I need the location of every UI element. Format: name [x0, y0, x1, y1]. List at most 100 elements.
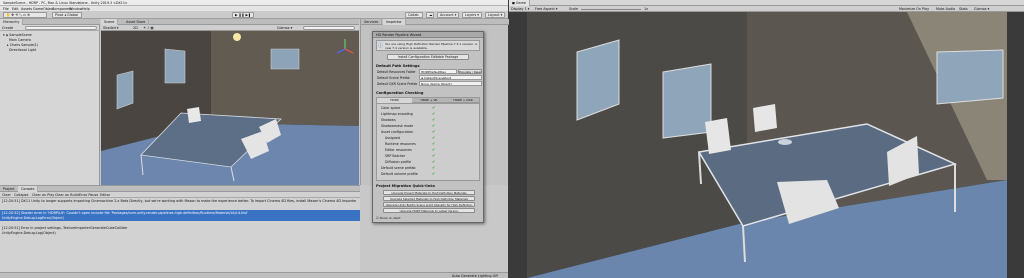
checkmark-icon: ✔	[432, 105, 436, 110]
checkmark-icon: ✔	[432, 135, 436, 140]
menu-file[interactable]: File	[3, 7, 9, 11]
lighting-status: Auto Generate Lighting Off	[452, 274, 498, 278]
check-assigned: Assigned	[385, 136, 400, 140]
game-render[interactable]	[527, 12, 1007, 278]
tab-services[interactable]: Services	[361, 19, 383, 25]
scene-search-input[interactable]	[303, 26, 355, 30]
scale-slider[interactable]	[581, 9, 641, 10]
scale-label: Scale	[569, 7, 579, 11]
hdrp-wizard-window: HD Render Pipeline Wizard ⓘ You are usin…	[372, 31, 484, 223]
display-dropdown[interactable]: Display 1 ▾	[511, 7, 530, 11]
create-dropdown[interactable]: Create	[2, 26, 13, 30]
checkmark-icon: ✔	[432, 117, 436, 122]
check-srp-batcher: SRP Batcher	[385, 154, 406, 158]
checkmark-icon: ✔	[432, 171, 436, 176]
populate-reset-button[interactable]: Populate / Reset	[458, 69, 482, 74]
status-bar: Auto Generate Lighting Off	[0, 272, 508, 278]
pivot-toggle[interactable]: Pivot ◂ Global	[52, 12, 82, 18]
scene-view-panel: Scene Asset Store Shaded ▾ 2D ☀ ♪ ▦ Gizm…	[101, 19, 359, 185]
hierarchy-item-directional-light[interactable]: Directional Light	[9, 48, 36, 52]
scene-prefab-field[interactable]: ◈ DefaultSceneRoot	[419, 75, 482, 80]
layers-dropdown[interactable]: Layers ▾	[462, 12, 482, 18]
hierarchy-item-main-camera[interactable]: Main Camera	[9, 38, 31, 42]
hierarchy-panel: Hierarchy Create ▾ ◈ SampleScene Main Ca…	[0, 19, 100, 185]
clear-on-build-button[interactable]: Clear on Build	[55, 193, 79, 197]
light-gizmo-icon	[233, 33, 241, 41]
checkmark-icon: ✔	[432, 165, 436, 170]
console-selected-entry[interactable]: [12:20:52] Shader error in 'HDRP/Lit': C…	[0, 210, 360, 221]
check-asset-config: Asset configuration	[381, 130, 413, 134]
check-runtime-resources: Runtime resources	[385, 142, 416, 146]
check-shadowmask: Shadowmask mode	[381, 124, 414, 128]
checkmark-icon: ✔	[432, 141, 436, 146]
transform-tools[interactable]: ✋ ✥ ⟲ ⤡ ▭ ⊕	[3, 12, 47, 18]
light-toggle-icon[interactable]: ☀ ♪ ▦	[143, 26, 154, 30]
scene-prefab-label: Default Scene Prefab	[377, 76, 410, 80]
upgrade-selected-materials-button[interactable]: Upgrade Selected Materials to High Defin…	[383, 196, 475, 201]
checkmark-icon: ✔	[432, 153, 436, 158]
console-detail-line: [12:20:51] Error in project settings, Te…	[2, 226, 128, 230]
error-pause-button[interactable]: Error Pause	[79, 193, 98, 197]
game-view-window: ◼ Game Display 1 ▾ Free Aspect ▾ Scale 1…	[509, 0, 1024, 278]
upgrade-light-intensity-button[interactable]: Upgrade Unity Builtin Scene Light Intens…	[383, 202, 475, 207]
console-panel: Project Console Clear Collapse Clear on …	[0, 185, 360, 272]
selected-log-line: [12:20:52] Shader error in 'HDRP/Lit': C…	[2, 211, 248, 215]
clear-button[interactable]: Clear	[2, 193, 11, 197]
upgrade-hdrp-materials-button[interactable]: Upgrade HDRP Materials to Latest Version	[383, 208, 475, 213]
resources-folder-label: Default Resources Folder	[377, 70, 416, 74]
menu-assets[interactable]: Assets	[21, 7, 32, 11]
menu-window[interactable]: Window	[69, 7, 82, 11]
account-dropdown[interactable]: Account ▾	[437, 12, 459, 18]
console-detail-trace: UnityEngine.Debug:Log(Object)	[2, 231, 56, 235]
selected-log-trace: UnityEngine.Debug:LogError(Object)	[2, 216, 64, 220]
mute-audio-toggle[interactable]: Mute Audio	[936, 7, 955, 11]
clear-on-play-button[interactable]: Clear on Play	[32, 193, 54, 197]
upgrade-project-materials-button[interactable]: Upgrade Project Materials to High Defini…	[383, 190, 475, 195]
menu-help[interactable]: Help	[82, 7, 90, 11]
console-log-line[interactable]: [12:20:51] DX11 Unity to longer supports…	[2, 199, 356, 203]
shading-mode-dropdown[interactable]: Shaded ▾	[103, 26, 119, 30]
main-toolbar: ✋ ✥ ⟲ ⤡ ▭ ⊕ Pivot ◂ Global ▶ ❚❚ ▶❚ Colla…	[0, 11, 508, 19]
install-config-button[interactable]: Install Configuration Editable Package	[387, 54, 469, 60]
hierarchy-search-input[interactable]	[25, 26, 97, 30]
dxr-prefab-field[interactable]: None (Game Object)	[419, 81, 482, 86]
game-gizmos-dropdown[interactable]: Gizmos ▾	[974, 7, 989, 11]
menu-gameobject[interactable]: GameObject	[33, 7, 54, 11]
layout-dropdown[interactable]: Layout ▾	[485, 12, 505, 18]
collab-button[interactable]: Collab	[405, 12, 423, 18]
config-heading: Configuration Checking	[376, 91, 424, 95]
gizmos-dropdown[interactable]: Gizmos ▾	[277, 26, 292, 30]
wizard-info-text: You are using High Definition Render Pip…	[385, 42, 478, 50]
maximize-on-play-toggle[interactable]: Maximize On Play	[899, 7, 929, 11]
2d-toggle[interactable]: 2D	[133, 26, 138, 30]
check-default-scene-prefab: Default scene prefab	[381, 166, 416, 170]
cloud-icon[interactable]: ☁	[426, 12, 434, 18]
resources-folder-field[interactable]: HDRPDefaultRes	[419, 69, 457, 74]
check-color-space: Color space	[381, 106, 401, 110]
wizard-title: HD Render Pipeline Wizard	[376, 33, 422, 37]
collapse-button[interactable]: Collapse	[14, 193, 28, 197]
aspect-dropdown[interactable]: Free Aspect ▾	[535, 7, 558, 11]
checkmark-icon: ✔	[432, 129, 436, 134]
check-lightmap-encoding: Lightmap encoding	[381, 112, 413, 116]
tab-inspector[interactable]: Inspector	[383, 19, 406, 25]
wizard-info-box: ⓘ You are using High Definition Render P…	[376, 40, 480, 51]
play-controls[interactable]: ▶ ❚❚ ▶❚	[232, 12, 254, 18]
menu-edit[interactable]: Edit	[12, 7, 19, 11]
stats-toggle[interactable]: Stats	[959, 7, 968, 11]
default-path-heading: Default Path Settings	[376, 64, 420, 68]
play-icon: ▶ ❚❚ ▶❚	[235, 13, 251, 17]
checkmark-icon: ✔	[432, 159, 436, 164]
checkmark-icon: ✔	[432, 123, 436, 128]
show-on-start-toggle[interactable]: ☑ Show on start	[376, 216, 400, 220]
hierarchy-item-chairs[interactable]: ▸ Chairs Sample(1)	[7, 43, 38, 47]
checkmark-icon: ✔	[432, 147, 436, 152]
editor-dropdown[interactable]: Editor	[100, 193, 110, 197]
window-title: SampleScene - HDRP - PC, Mac & Linux Sta…	[3, 1, 128, 5]
ashtray	[778, 139, 792, 145]
scene-render[interactable]	[101, 31, 359, 185]
config-check-list: Color space ✔ Lightmap encoding ✔ Shadows ✔…	[376, 103, 480, 181]
hierarchy-item-scene[interactable]: ▾ ◈ SampleScene	[3, 33, 32, 37]
checkmark-icon: ✔	[432, 111, 436, 116]
check-shadows: Shadows	[381, 118, 396, 122]
